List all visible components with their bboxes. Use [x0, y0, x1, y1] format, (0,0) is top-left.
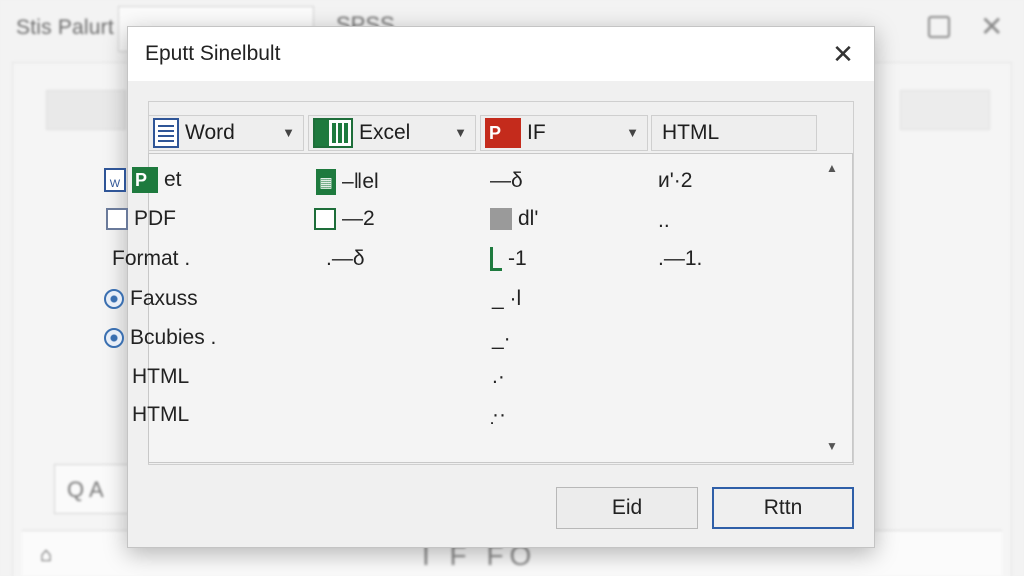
green-square-icon	[314, 208, 336, 230]
chevron-down-icon[interactable]: ▼	[626, 125, 639, 140]
table-row[interactable]: Bcubies .	[104, 326, 216, 350]
chevron-down-icon[interactable]: ▼	[282, 125, 295, 140]
word-doc-icon: W	[104, 168, 126, 192]
gray-square-icon	[490, 208, 512, 230]
table-cell[interactable]: ▦ –‖el	[316, 169, 379, 195]
restore-icon[interactable]	[928, 16, 950, 38]
dialog-titlebar: Eputt Sinelbult ✕	[128, 27, 874, 81]
cell-value: -1	[508, 247, 527, 270]
cell-value[interactable]: _·	[492, 327, 511, 351]
green-p-icon: P	[132, 167, 158, 193]
green-bracket-icon	[490, 247, 502, 271]
table-row[interactable]: Faxuss	[104, 287, 198, 311]
row-label[interactable]: HTML	[132, 403, 189, 427]
table-cell[interactable]: -1	[490, 247, 527, 271]
return-button[interactable]: Rttn	[712, 487, 854, 529]
background-toolbar-button[interactable]	[46, 90, 126, 130]
column-header-pdf[interactable]: P IF ▼	[480, 115, 648, 151]
radio-icon[interactable]	[104, 328, 124, 348]
cell-value[interactable]: .·	[492, 365, 505, 389]
row-label: Bcubies .	[130, 326, 217, 349]
cell-value: –‖el	[342, 170, 379, 193]
column-header-label: Excel	[359, 121, 411, 144]
edit-button[interactable]: Eid	[556, 487, 698, 529]
table-cell[interactable]: dl'	[490, 207, 538, 231]
cell-value: —2	[342, 207, 375, 230]
cell-value[interactable]: ..	[658, 209, 670, 233]
export-dialog: Eputt Sinelbult ✕ Word ▼ Excel ▼ P IF ▼ …	[104, 26, 875, 548]
cell-value[interactable]: ·̣·	[492, 403, 506, 427]
background-search-field[interactable]: Q A	[54, 464, 134, 514]
table-row[interactable]: PDF	[106, 207, 176, 231]
column-header-label: IF	[527, 121, 546, 144]
table-row[interactable]: W P et	[104, 167, 182, 193]
excel-icon	[313, 118, 353, 148]
scroll-down-icon[interactable]: ▼	[826, 439, 838, 453]
close-icon[interactable]: ✕	[826, 37, 860, 71]
cell-value[interactable]: .—1.	[658, 247, 702, 271]
row-label: et	[164, 168, 182, 191]
square-icon	[106, 208, 128, 230]
column-header-label: HTML	[662, 121, 720, 144]
dialog-title: Eputt Sinelbult	[145, 42, 281, 65]
window-close-icon[interactable]: ✕	[980, 10, 1003, 43]
word-icon	[153, 118, 179, 148]
row-label: Faxuss	[130, 287, 198, 310]
pdf-icon: P	[485, 118, 521, 148]
row-label[interactable]: HTML	[132, 365, 189, 389]
cell-value[interactable]: ᴎ'·2	[658, 169, 692, 193]
column-header-label: Word	[185, 121, 235, 144]
column-header-excel[interactable]: Excel ▼	[308, 115, 476, 151]
table-cell[interactable]: —2	[314, 207, 375, 231]
home-icon[interactable]: ⌂	[40, 544, 52, 567]
app-title: Stis Palurt	[16, 16, 114, 39]
column-header-html[interactable]: HTML	[651, 115, 817, 151]
chevron-down-icon[interactable]: ▼	[454, 125, 467, 140]
row-label[interactable]: Format .	[112, 247, 190, 271]
scroll-up-icon[interactable]: ▲	[826, 161, 838, 175]
background-side-button[interactable]	[900, 90, 990, 130]
radio-icon[interactable]	[104, 289, 124, 309]
cell-value[interactable]: —δ	[490, 169, 523, 193]
row-label: PDF	[134, 207, 176, 230]
cell-value: dl'	[518, 207, 539, 230]
cell-value[interactable]: _ ·l	[492, 287, 521, 311]
column-header-word[interactable]: Word ▼	[148, 115, 304, 151]
excel-grid-icon: ▦	[316, 169, 336, 195]
cell-value[interactable]: .—δ	[326, 247, 365, 271]
